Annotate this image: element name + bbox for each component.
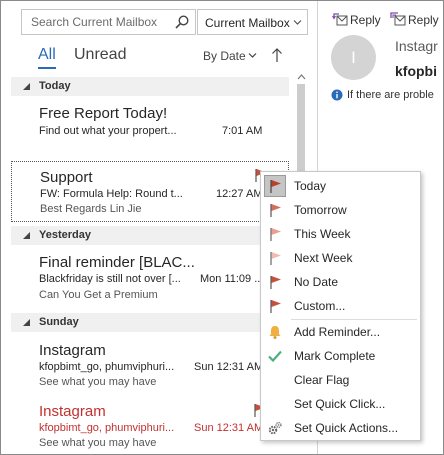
collapse-triangle-icon[interactable] <box>23 83 30 90</box>
menu-label: Set Quick Click... <box>294 397 386 411</box>
mail-time: Sun 12:31 AM <box>194 361 264 373</box>
flag-light-icon <box>270 252 281 265</box>
filter-unread-tab[interactable]: Unread <box>74 46 126 64</box>
mail-item[interactable]: Instagram kfopbimt_go, phumviphuri... Su… <box>11 335 289 395</box>
mail-subject: kfopbimt_go, phumviphuri... <box>39 361 175 373</box>
mail-preview: Best Regards Lin Jie <box>40 203 142 215</box>
mail-item-selected[interactable]: Support FW: Formula Help: Round t... 12:… <box>11 161 289 222</box>
mail-subject: Find out what your propert... <box>39 125 177 137</box>
flag-icon <box>270 276 281 289</box>
info-icon <box>331 89 343 101</box>
avatar-initial: I <box>351 48 356 67</box>
menu-label: Tomorrow <box>294 203 347 217</box>
mail-subject: FW: Formula Help: Round t... <box>40 188 183 200</box>
mail-sender: Support <box>40 169 93 186</box>
flag-light-icon <box>270 228 281 241</box>
flag-dark-icon <box>270 180 281 193</box>
menu-label: Set Quick Actions... <box>294 421 399 435</box>
menu-label: Custom... <box>294 299 346 313</box>
sort-direction-up-icon[interactable] <box>271 47 283 63</box>
menu-item-set-quick-click[interactable]: Set Quick Click... <box>261 392 420 416</box>
menu-item-no-date[interactable]: No Date <box>261 270 420 294</box>
mail-time: 7:01 AM <box>222 125 263 137</box>
menu-label: Add Reminder... <box>294 325 381 339</box>
mail-item[interactable]: Free Report Today! Find out what your pr… <box>11 98 289 158</box>
outlook-window: Current Mailbox All Unread By Date Today… <box>0 0 444 455</box>
mail-sender: Instagram <box>39 403 106 420</box>
scroll-up-arrow-icon[interactable] <box>297 73 306 81</box>
mail-sender: Final reminder [BLAC... <box>39 254 195 271</box>
search-input[interactable] <box>22 10 170 34</box>
menu-item-next-week[interactable]: Next Week <box>261 246 420 270</box>
mail-time: Mon 11:09 ... <box>200 273 264 285</box>
flag-icon <box>270 300 281 313</box>
reply-all-label: Reply <box>408 13 439 27</box>
flag-icon <box>270 204 281 217</box>
avatar: I <box>331 35 376 80</box>
group-label: Yesterday <box>39 229 91 241</box>
menu-item-clear-flag[interactable]: Clear Flag <box>261 368 420 392</box>
filter-all-underline <box>38 67 56 69</box>
collapse-triangle-icon[interactable] <box>23 232 30 239</box>
mail-preview: Can You Get a Premium <box>39 289 158 301</box>
mail-list: Today Free Report Today! Find out what y… <box>11 77 289 454</box>
mail-subject: Blackfriday is still not over [... <box>39 273 181 285</box>
reply-label: Reply <box>350 13 381 27</box>
mail-sender: Free Report Today! <box>39 105 168 122</box>
chevron-down-icon[interactable] <box>248 52 257 59</box>
mail-item-unread[interactable]: Instagram kfopbimt_go, phumviphuri... Su… <box>11 397 289 454</box>
bell-icon <box>269 326 281 339</box>
mail-preview: See what you may have <box>39 437 157 449</box>
checkmark-icon <box>268 350 282 363</box>
menu-label: Mark Complete <box>294 349 376 363</box>
mail-sender: Instagram <box>39 342 106 359</box>
menu-item-mark-complete[interactable]: Mark Complete <box>261 344 420 368</box>
mail-subject: kfopbimt_go, phumviphuri... <box>39 422 175 434</box>
menu-label: This Week <box>294 227 351 241</box>
filter-all-tab[interactable]: All <box>38 46 56 64</box>
menu-item-custom[interactable]: Custom... <box>261 294 420 318</box>
menu-item-set-quick-actions[interactable]: Set Quick Actions... <box>261 416 420 440</box>
follow-up-context-menu: Today Tomorrow This Week Next Week No Da… <box>260 171 421 441</box>
mail-time: 12:27 AM <box>216 188 263 200</box>
menu-item-add-reminder[interactable]: Add Reminder... <box>261 320 420 344</box>
reply-all-icon <box>390 12 406 26</box>
reply-icon <box>332 13 348 26</box>
group-header-yesterday[interactable]: Yesterday <box>11 226 289 245</box>
menu-item-this-week[interactable]: This Week <box>261 222 420 246</box>
gear-icon <box>268 421 282 435</box>
mail-item[interactable]: Final reminder [BLAC... Blackfriday is s… <box>11 247 289 309</box>
mail-time: Sun 12:31 AM <box>194 422 264 434</box>
menu-item-today[interactable]: Today <box>261 174 420 198</box>
search-box[interactable] <box>21 9 196 35</box>
search-icon[interactable] <box>174 14 190 30</box>
menu-label: Today <box>294 179 327 193</box>
reader-recipient[interactable]: kfopbi <box>395 63 437 79</box>
menu-label: Clear Flag <box>294 373 350 387</box>
sort-by-date-button[interactable]: By Date <box>203 49 246 63</box>
group-header-today[interactable]: Today <box>11 77 289 96</box>
chevron-down-icon <box>293 20 302 25</box>
group-label: Sunday <box>39 316 79 328</box>
group-header-sunday[interactable]: Sunday <box>11 313 289 332</box>
group-label: Today <box>39 80 71 92</box>
info-bar-text[interactable]: If there are proble <box>347 89 434 101</box>
mail-preview: See what you may have <box>39 376 157 388</box>
menu-label: Next Week <box>294 251 353 265</box>
search-scope-dropdown[interactable]: Current Mailbox <box>197 9 308 35</box>
menu-label: No Date <box>294 275 339 289</box>
search-scope-label: Current Mailbox <box>205 16 290 30</box>
menu-item-tomorrow[interactable]: Tomorrow <box>261 198 420 222</box>
collapse-triangle-icon[interactable] <box>23 319 30 326</box>
reader-sender-name[interactable]: Instagr <box>395 38 438 54</box>
